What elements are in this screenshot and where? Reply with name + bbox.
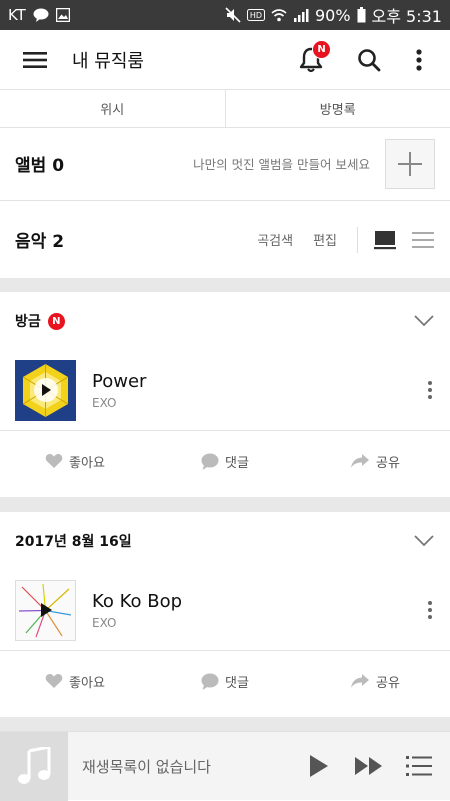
comment-label: 댓글 [225, 672, 249, 691]
album-count-title: 앨범 0 [15, 151, 64, 176]
tab-guestbook[interactable]: 방명록 [225, 90, 450, 127]
edit-button[interactable]: 편집 [313, 230, 337, 249]
share-icon [350, 453, 370, 469]
new-badge: N [48, 313, 65, 330]
play-icon[interactable] [34, 598, 58, 622]
mini-player: 재생목록이 없습니다 [0, 731, 450, 800]
chevron-down-icon [414, 315, 434, 327]
list-view-button[interactable] [410, 231, 436, 249]
like-button[interactable]: 좋아요 [0, 452, 150, 471]
comment-label: 댓글 [225, 452, 249, 471]
track-artist: EXO [92, 396, 146, 410]
comment-button[interactable]: 댓글 [150, 672, 300, 691]
wifi-icon [271, 8, 287, 22]
like-button[interactable]: 좋아요 [0, 672, 150, 691]
status-bar: KT HD 90% 오후 5:31 [0, 0, 450, 30]
track-title: Power [92, 371, 146, 392]
heart-icon [45, 673, 63, 689]
share-icon [350, 673, 370, 689]
page-title: 내 뮤직룸 [72, 47, 144, 73]
share-button[interactable]: 공유 [300, 672, 450, 691]
divider [357, 227, 358, 253]
expand-button[interactable] [414, 315, 434, 327]
search-icon [357, 48, 381, 72]
app-bar: 내 뮤직룸 N [0, 30, 450, 90]
like-label: 좋아요 [69, 672, 105, 691]
plus-icon [397, 151, 423, 177]
menu-button[interactable] [18, 30, 52, 90]
image-notification-icon [56, 8, 70, 22]
social-actions: 좋아요 댓글 공유 [0, 651, 450, 711]
social-actions: 좋아요 댓글 공유 [0, 431, 450, 491]
music-count-title: 음악 2 [15, 227, 64, 252]
share-label: 공유 [376, 672, 400, 691]
track-more-button[interactable] [428, 381, 432, 399]
comment-icon [201, 673, 219, 690]
song-search-button[interactable]: 곡검색 [257, 230, 293, 249]
feed-card: 방금 N Power EXO 좋아요 [0, 292, 450, 497]
kebab-icon [416, 49, 422, 71]
section-divider [0, 278, 450, 292]
playlist-button[interactable] [394, 732, 444, 801]
share-label: 공유 [376, 452, 400, 471]
player-status: 재생목록이 없습니다 [82, 756, 211, 777]
play-icon[interactable] [34, 378, 58, 402]
track-row[interactable]: Ko Ko Bop EXO [0, 570, 450, 651]
notification-badge: N [312, 40, 331, 59]
album-art-power[interactable] [15, 360, 76, 421]
add-album-button[interactable] [385, 139, 435, 189]
feed-card: 2017년 8월 16일 [0, 512, 450, 717]
card-view-icon [374, 230, 396, 250]
section-divider [0, 497, 450, 512]
card-view-button[interactable] [372, 230, 398, 250]
album-art-ko-ko-bop[interactable] [15, 580, 76, 641]
track-more-button[interactable] [428, 601, 432, 619]
expand-button[interactable] [414, 535, 434, 547]
album-section: 앨범 0 나만의 멋진 앨범을 만들어 보세요 [0, 127, 450, 201]
battery-icon [357, 7, 366, 23]
fast-forward-icon [354, 756, 384, 776]
battery-percent: 90% [315, 6, 351, 25]
signal-icon [293, 8, 309, 22]
feed-heading: 2017년 8월 16일 [15, 531, 132, 551]
like-label: 좋아요 [69, 452, 105, 471]
comment-button[interactable]: 댓글 [150, 452, 300, 471]
feed-heading: 방금 [15, 311, 41, 331]
mute-icon [225, 7, 241, 23]
music-note-icon [17, 747, 51, 785]
clock: 오후 5:31 [372, 3, 442, 27]
profile-tabs: 위시 방명록 [0, 90, 450, 128]
track-row[interactable]: Power EXO [0, 350, 450, 431]
music-section: 음악 2 곡검색 편집 [0, 201, 450, 278]
track-artist: EXO [92, 616, 182, 630]
tab-wish[interactable]: 위시 [0, 90, 225, 127]
section-divider [0, 717, 450, 731]
search-button[interactable] [340, 30, 398, 90]
carrier-label: KT [8, 6, 26, 24]
chat-notification-icon [33, 8, 49, 22]
hd-icon: HD [247, 9, 265, 21]
chevron-down-icon [414, 535, 434, 547]
play-icon [309, 754, 329, 778]
notification-button[interactable]: N [282, 30, 340, 90]
next-button[interactable] [344, 732, 394, 801]
share-button[interactable]: 공유 [300, 452, 450, 471]
list-view-icon [412, 231, 434, 249]
heart-icon [45, 453, 63, 469]
album-hint: 나만의 멋진 앨범을 만들어 보세요 [193, 154, 370, 173]
player-art[interactable] [0, 732, 68, 801]
track-title: Ko Ko Bop [92, 591, 182, 612]
hamburger-icon [23, 51, 47, 69]
svg-text:HD: HD [250, 11, 262, 20]
playlist-icon [406, 755, 432, 777]
play-button[interactable] [294, 732, 344, 801]
comment-icon [201, 453, 219, 470]
more-options-button[interactable] [398, 30, 440, 90]
